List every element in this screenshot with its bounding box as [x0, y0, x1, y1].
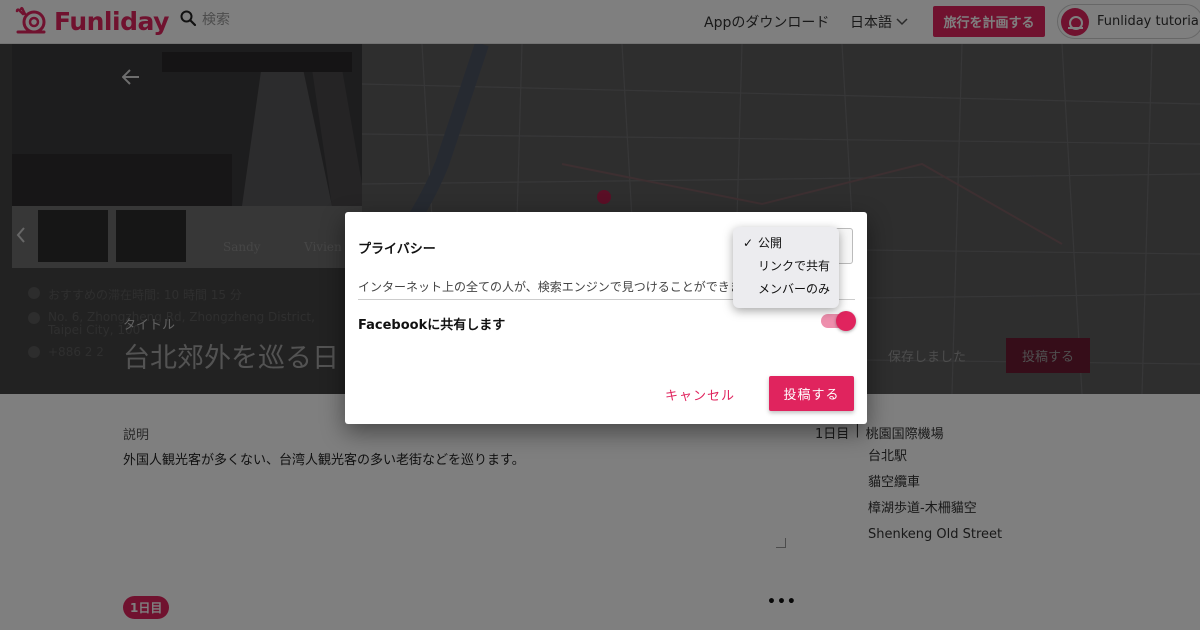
cancel-button[interactable]: キャンセル — [654, 376, 746, 412]
privacy-option-members[interactable]: メンバーのみ — [733, 278, 839, 301]
privacy-description: インターネット上の全ての人が、検索エンジンで見つけることができます — [358, 280, 738, 294]
publish-dialog: プライバシー インターネット上の全ての人が、検索エンジンで見つけることができます… — [345, 212, 867, 424]
option-label: メンバーのみ — [758, 282, 831, 296]
privacy-option-public[interactable]: ✓ 公開 — [733, 232, 839, 255]
facebook-share-toggle[interactable] — [821, 311, 856, 331]
check-icon: ✓ — [743, 236, 754, 250]
privacy-option-link[interactable]: リンクで共有 — [733, 255, 839, 278]
privacy-label: プライバシー — [358, 242, 436, 257]
post-button[interactable]: 投稿する — [769, 376, 854, 411]
facebook-share-label: Facebookに共有します — [358, 318, 506, 333]
privacy-dropdown-menu: ✓ 公開 リンクで共有 メンバーのみ — [733, 227, 839, 308]
option-label: 公開 — [758, 236, 783, 250]
toggle-knob — [836, 311, 856, 331]
option-label: リンクで共有 — [758, 259, 831, 273]
